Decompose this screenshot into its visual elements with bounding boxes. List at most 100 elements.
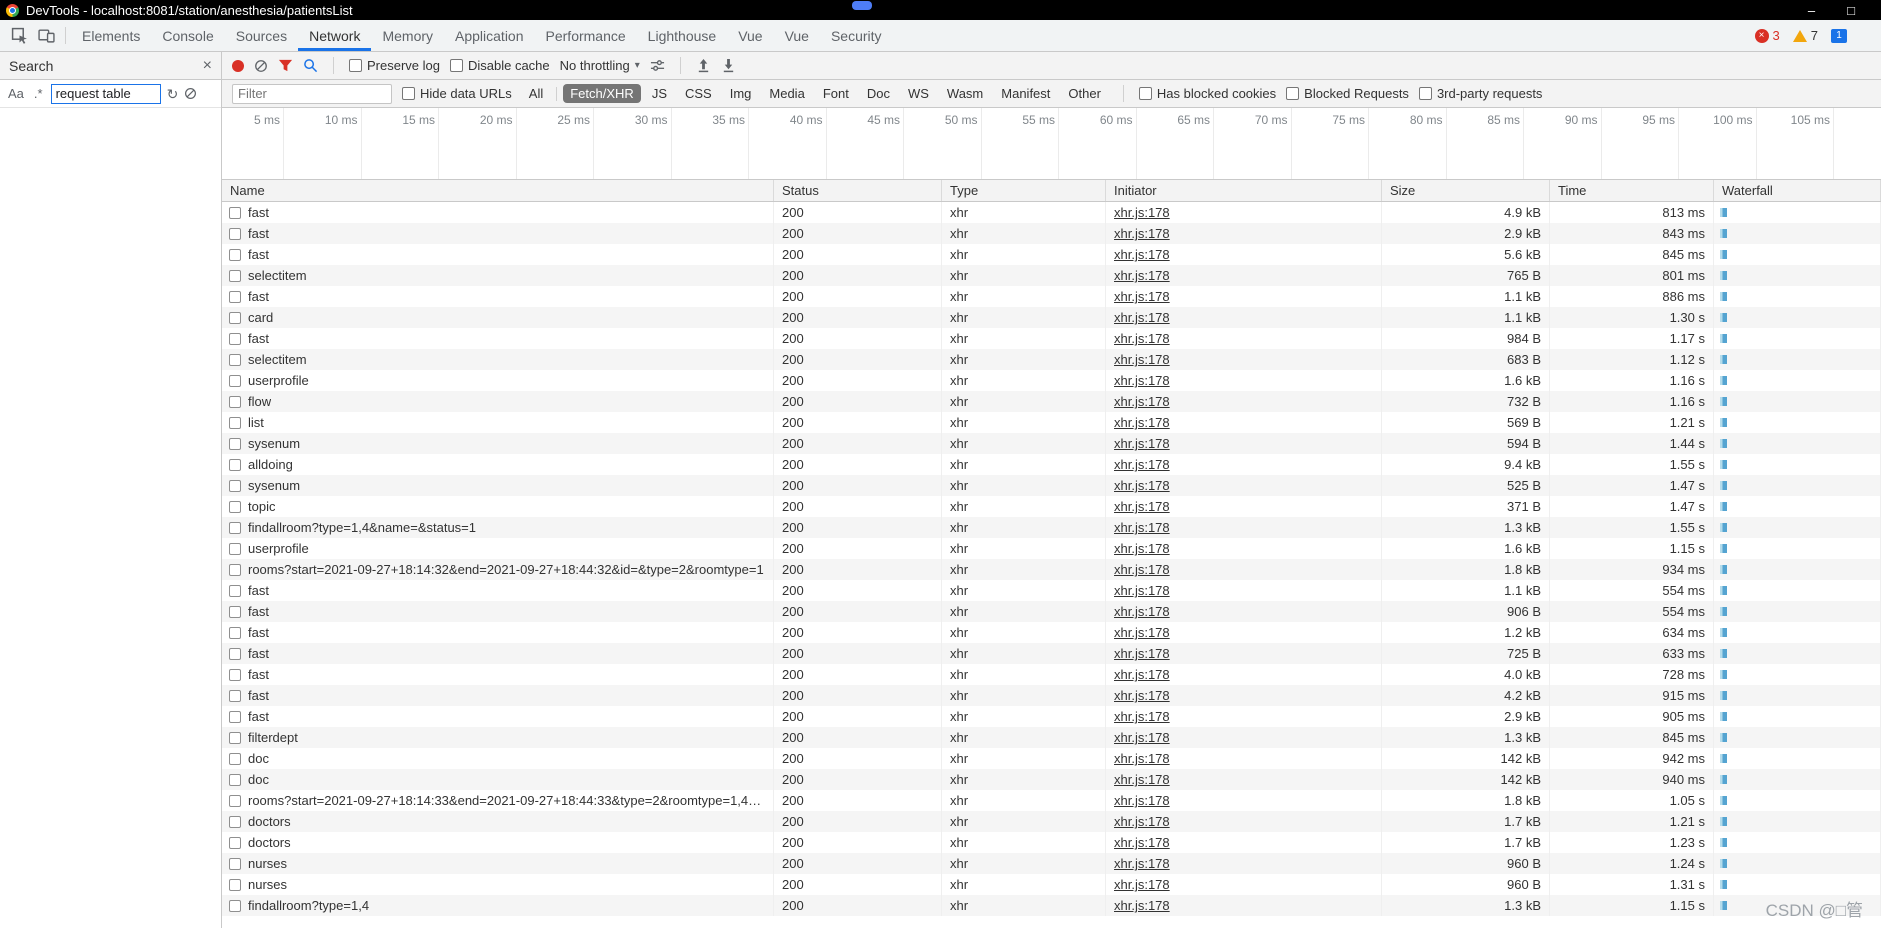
- initiator-link[interactable]: xhr.js:178: [1114, 268, 1170, 283]
- initiator-link[interactable]: xhr.js:178: [1114, 436, 1170, 451]
- tab-vue[interactable]: Vue: [727, 20, 773, 51]
- search-clear-button[interactable]: [184, 87, 197, 100]
- search-toggle-icon[interactable]: [303, 58, 318, 73]
- initiator-link[interactable]: xhr.js:178: [1114, 667, 1170, 682]
- initiator-link[interactable]: xhr.js:178: [1114, 625, 1170, 640]
- column-header-size[interactable]: Size: [1382, 180, 1550, 201]
- request-row[interactable]: fast200xhrxhr.js:178906 B554 ms: [222, 601, 1881, 622]
- request-row[interactable]: fast200xhrxhr.js:1784.2 kB915 ms: [222, 685, 1881, 706]
- column-header-status[interactable]: Status: [774, 180, 942, 201]
- request-row[interactable]: nurses200xhrxhr.js:178960 B1.31 s: [222, 874, 1881, 895]
- column-header-name[interactable]: Name: [222, 180, 774, 201]
- initiator-link[interactable]: xhr.js:178: [1114, 205, 1170, 220]
- initiator-link[interactable]: xhr.js:178: [1114, 541, 1170, 556]
- tab-vue[interactable]: Vue: [774, 20, 820, 51]
- filter-type-doc[interactable]: Doc: [860, 84, 897, 103]
- initiator-link[interactable]: xhr.js:178: [1114, 499, 1170, 514]
- has-blocked-cookies-checkbox[interactable]: Has blocked cookies: [1139, 86, 1276, 101]
- throttling-select[interactable]: No throttling ▾: [560, 58, 640, 73]
- initiator-link[interactable]: xhr.js:178: [1114, 877, 1170, 892]
- initiator-link[interactable]: xhr.js:178: [1114, 646, 1170, 661]
- tab-sources[interactable]: Sources: [225, 20, 298, 51]
- filter-type-css[interactable]: CSS: [678, 84, 719, 103]
- maximize-button[interactable]: □: [1847, 3, 1855, 18]
- blocked-requests-checkbox[interactable]: Blocked Requests: [1286, 86, 1409, 101]
- request-row[interactable]: userprofile200xhrxhr.js:1781.6 kB1.15 s: [222, 538, 1881, 559]
- request-row[interactable]: fast200xhrxhr.js:1781.1 kB886 ms: [222, 286, 1881, 307]
- filter-type-ws[interactable]: WS: [901, 84, 936, 103]
- search-refresh-button[interactable]: ↻: [167, 87, 179, 101]
- initiator-link[interactable]: xhr.js:178: [1114, 394, 1170, 409]
- request-row[interactable]: userprofile200xhrxhr.js:1781.6 kB1.16 s: [222, 370, 1881, 391]
- request-row[interactable]: filterdept200xhrxhr.js:1781.3 kB845 ms: [222, 727, 1881, 748]
- request-row[interactable]: nurses200xhrxhr.js:178960 B1.24 s: [222, 853, 1881, 874]
- filter-type-js[interactable]: JS: [645, 84, 674, 103]
- initiator-link[interactable]: xhr.js:178: [1114, 688, 1170, 703]
- inspect-element-icon[interactable]: [6, 20, 33, 51]
- initiator-link[interactable]: xhr.js:178: [1114, 247, 1170, 262]
- tab-performance[interactable]: Performance: [535, 20, 637, 51]
- request-row[interactable]: fast200xhrxhr.js:1781.2 kB634 ms: [222, 622, 1881, 643]
- warning-badge[interactable]: 7: [1793, 28, 1818, 43]
- column-header-time[interactable]: Time: [1550, 180, 1714, 201]
- request-row[interactable]: alldoing200xhrxhr.js:1789.4 kB1.55 s: [222, 454, 1881, 475]
- minimize-button[interactable]: –: [1808, 3, 1815, 18]
- filter-type-wasm[interactable]: Wasm: [940, 84, 990, 103]
- filter-type-media[interactable]: Media: [762, 84, 811, 103]
- tab-console[interactable]: Console: [151, 20, 224, 51]
- tab-memory[interactable]: Memory: [371, 20, 444, 51]
- request-row[interactable]: fast200xhrxhr.js:1784.0 kB728 ms: [222, 664, 1881, 685]
- match-case-button[interactable]: Aa: [6, 85, 26, 102]
- initiator-link[interactable]: xhr.js:178: [1114, 583, 1170, 598]
- tab-lighthouse[interactable]: Lighthouse: [637, 20, 728, 51]
- column-header-waterfall[interactable]: Waterfall: [1714, 180, 1881, 201]
- initiator-link[interactable]: xhr.js:178: [1114, 709, 1170, 724]
- initiator-link[interactable]: xhr.js:178: [1114, 562, 1170, 577]
- filter-input[interactable]: [232, 84, 392, 104]
- initiator-link[interactable]: xhr.js:178: [1114, 751, 1170, 766]
- request-row[interactable]: card200xhrxhr.js:1781.1 kB1.30 s: [222, 307, 1881, 328]
- clear-button[interactable]: [254, 59, 268, 73]
- initiator-link[interactable]: xhr.js:178: [1114, 520, 1170, 535]
- tab-application[interactable]: Application: [444, 20, 535, 51]
- request-row[interactable]: list200xhrxhr.js:178569 B1.21 s: [222, 412, 1881, 433]
- request-row[interactable]: doc200xhrxhr.js:178142 kB942 ms: [222, 748, 1881, 769]
- search-close-button[interactable]: ×: [203, 58, 212, 74]
- import-har-icon[interactable]: [696, 58, 711, 73]
- request-row[interactable]: fast200xhrxhr.js:1785.6 kB845 ms: [222, 244, 1881, 265]
- request-row[interactable]: rooms?start=2021-09-27+18:14:32&end=2021…: [222, 559, 1881, 580]
- initiator-link[interactable]: xhr.js:178: [1114, 604, 1170, 619]
- filter-type-fetch-xhr[interactable]: Fetch/XHR: [563, 84, 641, 103]
- request-row[interactable]: fast200xhrxhr.js:1784.9 kB813 ms: [222, 202, 1881, 223]
- column-header-initiator[interactable]: Initiator: [1106, 180, 1382, 201]
- request-row[interactable]: sysenum200xhrxhr.js:178525 B1.47 s: [222, 475, 1881, 496]
- request-row[interactable]: fast200xhrxhr.js:1782.9 kB843 ms: [222, 223, 1881, 244]
- record-button[interactable]: [232, 60, 244, 72]
- request-row[interactable]: fast200xhrxhr.js:178984 B1.17 s: [222, 328, 1881, 349]
- request-row[interactable]: selectitem200xhrxhr.js:178683 B1.12 s: [222, 349, 1881, 370]
- initiator-link[interactable]: xhr.js:178: [1114, 793, 1170, 808]
- request-row[interactable]: fast200xhrxhr.js:1782.9 kB905 ms: [222, 706, 1881, 727]
- request-row[interactable]: topic200xhrxhr.js:178371 B1.47 s: [222, 496, 1881, 517]
- filter-type-manifest[interactable]: Manifest: [994, 84, 1057, 103]
- initiator-link[interactable]: xhr.js:178: [1114, 373, 1170, 388]
- filter-type-font[interactable]: Font: [816, 84, 856, 103]
- tab-elements[interactable]: Elements: [71, 20, 151, 51]
- initiator-link[interactable]: xhr.js:178: [1114, 772, 1170, 787]
- initiator-link[interactable]: xhr.js:178: [1114, 478, 1170, 493]
- error-badge[interactable]: × 3: [1755, 28, 1780, 43]
- request-row[interactable]: fast200xhrxhr.js:178725 B633 ms: [222, 643, 1881, 664]
- initiator-link[interactable]: xhr.js:178: [1114, 310, 1170, 325]
- request-row[interactable]: selectitem200xhrxhr.js:178765 B801 ms: [222, 265, 1881, 286]
- filter-type-img[interactable]: Img: [723, 84, 759, 103]
- tab-security[interactable]: Security: [820, 20, 893, 51]
- initiator-link[interactable]: xhr.js:178: [1114, 289, 1170, 304]
- request-row[interactable]: doctors200xhrxhr.js:1781.7 kB1.23 s: [222, 832, 1881, 853]
- request-row[interactable]: doctors200xhrxhr.js:1781.7 kB1.21 s: [222, 811, 1881, 832]
- network-conditions-icon[interactable]: [650, 58, 665, 73]
- preserve-log-checkbox[interactable]: Preserve log: [349, 58, 440, 73]
- initiator-link[interactable]: xhr.js:178: [1114, 814, 1170, 829]
- request-row[interactable]: findallroom?type=1,4&name=&status=1200xh…: [222, 517, 1881, 538]
- device-toolbar-icon[interactable]: [33, 20, 60, 51]
- filter-toggle-icon[interactable]: [278, 58, 293, 73]
